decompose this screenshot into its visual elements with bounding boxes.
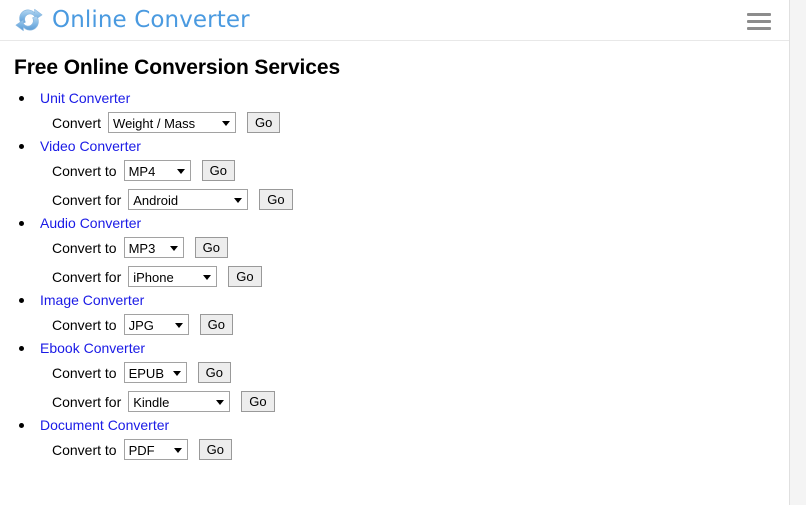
list-item: Video Converter Convert to MP4AVIMKVMOVWMV…: [14, 137, 789, 214]
form-label: Convert for: [52, 268, 122, 285]
bullet-icon: [19, 298, 24, 303]
format-select[interactable]: JPGPNGGIFBMPTIFFICOSVGWEBP: [123, 314, 189, 335]
format-select[interactable]: MP3WAVWMAOGGAACFLACM4AAIFF: [123, 237, 184, 258]
go-button[interactable]: Go: [197, 362, 231, 383]
bullet-icon: [19, 346, 24, 351]
go-button[interactable]: Go: [241, 391, 275, 412]
form-label: Convert to: [52, 441, 117, 458]
go-button[interactable]: Go: [259, 189, 293, 210]
site-header: Online Converter: [0, 0, 789, 41]
list-item: Audio Converter Convert to MP3WAVWMAOGGAAC…: [14, 214, 789, 291]
form-label: Convert for: [52, 393, 122, 410]
format-select[interactable]: PDFDOCDOCXODTRTFTXTHTMLXLSPPT: [123, 439, 188, 460]
format-select[interactable]: MP4AVIMKVMOVWMVFLVWEBMMPEG3GP: [123, 160, 191, 181]
hamburger-bar: [747, 12, 771, 16]
bullet-icon: [19, 423, 24, 428]
service-link-audio-converter[interactable]: Audio Converter: [40, 214, 141, 233]
page-container: Online Converter Free Online Conversion …: [0, 0, 790, 505]
service-list: Unit Converter Convert Weight / MassLength…: [14, 89, 789, 464]
form-label: Convert to: [52, 364, 117, 381]
hamburger-menu-icon[interactable]: [747, 11, 773, 31]
converter-form: Convert to PDFDOCDOCXODTRTFTXTHTMLXLSPPT G…: [40, 435, 789, 464]
select-wrapper: AndroidiPhoneiPadPSPXboxBlackBerryWindow…: [128, 189, 249, 210]
format-select[interactable]: iPhoneiPadAndroidiPodPSPBlackBerry: [128, 266, 218, 287]
converter-form: Convert toMP3WAVWMAOGGAACFLACM4AAIFFGoCo…: [40, 233, 789, 291]
converter-form: Convert Weight / MassLength / DistanceTem…: [40, 108, 789, 137]
form-row: Convert Weight / MassLength / DistanceTem…: [52, 108, 789, 137]
list-item: Ebook Converter Convert to EPUBMOBIPDFAZW3…: [14, 339, 789, 416]
list-item: Unit Converter Convert Weight / MassLength…: [14, 89, 789, 137]
service-link-document-converter[interactable]: Document Converter: [40, 416, 169, 435]
main-content: Free Online Conversion Services Unit Con…: [0, 41, 789, 464]
format-select[interactable]: Weight / MassLength / DistanceTemperatur…: [108, 112, 237, 133]
converter-form: Convert toEPUBMOBIPDFAZW3FB2LITLRFGoConv…: [40, 358, 789, 416]
converter-form: Convert to MP4AVIMKVMOVWMVFLVWEBMMPEG3GP G…: [40, 156, 789, 214]
list-item: Document Converter Convert to PDFDOCDOCXOD…: [14, 416, 789, 464]
brand-home-link[interactable]: Online Converter: [14, 5, 250, 35]
form-row: Convert for iPhoneiPadAndroidiPodPSPBlack…: [52, 262, 789, 291]
service-link-unit-converter[interactable]: Unit Converter: [40, 89, 130, 108]
hamburger-bar: [747, 19, 771, 23]
form-label: Convert to: [52, 316, 117, 333]
form-row: Convert for AndroidiPhoneiPadPSPXboxBlack…: [52, 185, 789, 214]
go-button[interactable]: Go: [228, 266, 262, 287]
select-wrapper: EPUBMOBIPDFAZW3FB2LITLRF: [123, 362, 187, 383]
brand-name: Online Converter: [52, 7, 250, 33]
format-select[interactable]: KindleNookKoboSony ReaderiPadiPhone: [128, 391, 231, 412]
select-wrapper: iPhoneiPadAndroidiPodPSPBlackBerry: [128, 266, 218, 287]
go-button[interactable]: Go: [201, 160, 235, 181]
form-row: Convert to JPGPNGGIFBMPTIFFICOSVGWEBP Go: [52, 310, 789, 339]
recycle-arrows-icon: [14, 5, 44, 35]
select-wrapper: JPGPNGGIFBMPTIFFICOSVGWEBP: [123, 314, 189, 335]
form-row: Convert for KindleNookKoboSony ReaderiPad…: [52, 387, 789, 416]
list-item: Image Converter Convert to JPGPNGGIFBMPTIF…: [14, 291, 789, 339]
service-link-ebook-converter[interactable]: Ebook Converter: [40, 339, 145, 358]
service-link-video-converter[interactable]: Video Converter: [40, 137, 141, 156]
bullet-icon: [19, 221, 24, 226]
go-button[interactable]: Go: [199, 314, 233, 335]
format-select[interactable]: AndroidiPhoneiPadPSPXboxBlackBerryWindow…: [128, 189, 249, 210]
select-wrapper: MP4AVIMKVMOVWMVFLVWEBMMPEG3GP: [123, 160, 191, 181]
hamburger-bar: [747, 26, 771, 30]
form-label: Convert: [52, 114, 102, 131]
bullet-icon: [19, 96, 24, 101]
select-wrapper: MP3WAVWMAOGGAACFLACM4AAIFF: [123, 237, 184, 258]
go-button[interactable]: Go: [198, 439, 232, 460]
form-row: Convert to EPUBMOBIPDFAZW3FB2LITLRF Go: [52, 358, 789, 387]
select-wrapper: Weight / MassLength / DistanceTemperatur…: [108, 112, 237, 133]
form-row: Convert to PDFDOCDOCXODTRTFTXTHTMLXLSPPT G…: [52, 435, 789, 464]
select-wrapper: PDFDOCDOCXODTRTFTXTHTMLXLSPPT: [123, 439, 188, 460]
bullet-icon: [19, 144, 24, 149]
go-button[interactable]: Go: [194, 237, 228, 258]
form-row: Convert to MP4AVIMKVMOVWMVFLVWEBMMPEG3GP G…: [52, 156, 789, 185]
page-title: Free Online Conversion Services: [14, 56, 341, 79]
go-button[interactable]: Go: [247, 112, 281, 133]
form-label: Convert for: [52, 191, 122, 208]
converter-form: Convert to JPGPNGGIFBMPTIFFICOSVGWEBP Go: [40, 310, 789, 339]
service-link-image-converter[interactable]: Image Converter: [40, 291, 144, 310]
form-label: Convert to: [52, 239, 117, 256]
form-row: Convert to MP3WAVWMAOGGAACFLACM4AAIFF Go: [52, 233, 789, 262]
select-wrapper: KindleNookKoboSony ReaderiPadiPhone: [128, 391, 231, 412]
form-label: Convert to: [52, 162, 117, 179]
format-select[interactable]: EPUBMOBIPDFAZW3FB2LITLRF: [123, 362, 187, 383]
